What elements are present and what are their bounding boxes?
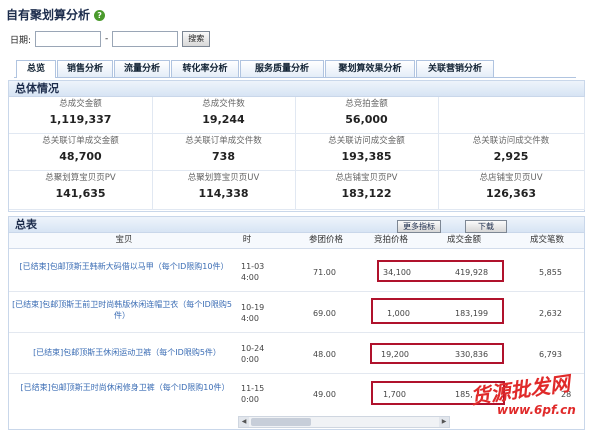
tab-conversion[interactable]: 转化率分析 (171, 60, 239, 77)
group-price: 49.00 (313, 390, 336, 399)
metric-value: 126,363 (485, 187, 537, 200)
metric-shop-uv: 总店铺宝贝页UV 126,363 (438, 171, 585, 210)
scroll-thumb[interactable] (251, 418, 311, 426)
col-time[interactable]: 时间 (239, 233, 255, 248)
tab-sales[interactable]: 销售分析 (57, 60, 113, 77)
table-header-row: 宝贝 时间 参团价格 竞拍价格 成交金额 成交笔数 (9, 233, 584, 249)
col-group-price[interactable]: 参团价格 (299, 233, 353, 248)
metric-label: 总聚划算宝贝页UV (187, 173, 260, 183)
item-link[interactable]: [已结束]包邮顶斯王韩新大码借以马甲（每个ID限购10件） (17, 261, 231, 272)
metric-total-amount: 总成交金额 1,119,337 (9, 97, 153, 134)
deal-count: 5,855 (539, 268, 562, 277)
metric-value: 19,244 (202, 113, 245, 126)
metric-label: 总成交件数 (202, 99, 245, 109)
metric-ju-uv: 总聚划算宝贝页UV 114,338 (152, 171, 296, 210)
time-date: 11-15 (241, 384, 265, 393)
watermark-url: www.6pf.cn (497, 403, 576, 417)
metric-ju-pv: 总聚划算宝贝页PV 141,635 (9, 171, 153, 210)
group-price: 71.00 (313, 268, 336, 277)
metric-total-bid: 总竞拍金额 56,000 (295, 97, 439, 134)
group-price: 69.00 (313, 309, 336, 318)
summary-table-header: 总表 更多指标 下载 (9, 217, 584, 233)
table-row: [已结束]包邮顶斯王休闲运动卫裤（每个ID限购5件） 10-24 0:00 48… (9, 333, 584, 374)
tab-effect[interactable]: 聚划算效果分析 (325, 60, 415, 77)
highlight-box (370, 343, 504, 364)
metric-related-visit-amount: 总关联访问成交金额 193,385 (295, 134, 439, 171)
metric-value: 1,119,337 (49, 113, 112, 126)
tab-traffic[interactable]: 流量分析 (114, 60, 170, 77)
item-link[interactable]: [已结束]包邮顶斯王休闲运动卫裤（每个ID限购5件） (17, 347, 237, 358)
highlight-box (371, 298, 504, 324)
download-button[interactable]: 下载 (465, 220, 507, 233)
metric-label: 总关联访问成交金额 (328, 136, 405, 146)
overview-panel: 总体情况 总成交金额 1,119,337 总成交件数 19,244 总竞拍金额 56,… (8, 80, 585, 212)
date-label: 日期: (10, 35, 32, 46)
time-hour: 4:00 (241, 314, 259, 323)
metric-related-order-count: 总关联订单成交件数 738 (152, 134, 296, 171)
item-link[interactable]: [已结束]包邮顶斯王时尚休闲修身卫裤（每个ID限购10件） (17, 382, 233, 393)
metric-value: 48,700 (59, 150, 102, 163)
scroll-right-icon[interactable]: ▶ (439, 417, 449, 427)
metric-value: 738 (212, 150, 235, 163)
metric-value: 56,000 (345, 113, 388, 126)
metric-related-order-amount: 总关联订单成交金额 48,700 (9, 134, 153, 171)
page-title: 自有聚划算分析? (6, 6, 106, 23)
page-title-text: 自有聚划算分析 (6, 8, 91, 22)
group-price: 48.00 (313, 350, 336, 359)
col-amount[interactable]: 成交金额 (434, 233, 494, 248)
metric-value: 141,635 (55, 187, 106, 200)
more-metrics-button[interactable]: 更多指标 (397, 220, 441, 233)
metric-total-count: 总成交件数 19,244 (152, 97, 296, 134)
col-bid-price[interactable]: 竞拍价格 (364, 233, 418, 248)
metric-label: 总店铺宝贝页PV (335, 173, 398, 183)
metric-label: 总竞拍金额 (345, 99, 388, 109)
table-row: [已结束]包邮顶斯王前卫时尚韩版休闲连帽卫衣（每个ID限购5件） 10-19 4… (9, 292, 584, 333)
metric-label: 总店铺宝贝页UV (479, 173, 543, 183)
tab-bar: 总览 销售分析 流量分析 转化率分析 服务质量分析 聚划算效果分析 关联营销分析 (14, 60, 576, 78)
time-date: 11-03 (241, 262, 265, 271)
time-date: 10-19 (241, 303, 265, 312)
overview-title: 总体情况 (9, 81, 584, 97)
date-filter: 日期: - 搜索 (10, 30, 211, 48)
time-hour: 4:00 (241, 273, 259, 282)
metric-label: 总关联订单成交金额 (42, 136, 119, 146)
tab-service[interactable]: 服务质量分析 (240, 60, 324, 77)
deal-count: 6,793 (539, 350, 562, 359)
search-button[interactable]: 搜索 (182, 31, 211, 47)
time-hour: 0:00 (241, 395, 259, 404)
metric-value: 193,385 (341, 150, 392, 163)
metric-empty (438, 97, 585, 134)
metric-value: 183,122 (341, 187, 392, 200)
time-hour: 0:00 (241, 355, 259, 364)
time-date: 10-24 (241, 344, 265, 353)
tab-overview[interactable]: 总览 (16, 60, 56, 78)
metric-shop-pv: 总店铺宝贝页PV 183,122 (295, 171, 439, 210)
item-link[interactable]: [已结束]包邮顶斯王前卫时尚韩版休闲连帽卫衣（每个ID限购5件） (11, 299, 233, 321)
deal-count: 2,632 (539, 309, 562, 318)
scroll-left-icon[interactable]: ◀ (239, 417, 249, 427)
metric-label: 总关联访问成交件数 (472, 136, 550, 146)
metric-value: 114,338 (198, 187, 249, 200)
metric-label: 总成交金额 (59, 99, 102, 109)
metric-related-visit-count: 总关联访问成交件数 2,925 (438, 134, 585, 171)
end-date-input[interactable] (112, 31, 179, 47)
metric-value: 2,925 (493, 150, 529, 163)
highlight-box (377, 260, 504, 282)
horizontal-scrollbar[interactable]: ◀ ▶ (238, 416, 450, 428)
col-count[interactable]: 成交笔数 (517, 233, 577, 248)
metric-label: 总聚划算宝贝页PV (45, 173, 116, 183)
summary-table-title: 总表 (15, 218, 37, 231)
col-item[interactable]: 宝贝 (9, 233, 239, 248)
tab-related-marketing[interactable]: 关联营销分析 (416, 60, 494, 77)
metric-label: 总关联订单成交件数 (185, 136, 262, 146)
help-icon[interactable]: ? (94, 10, 106, 21)
table-row: [已结束]包邮顶斯王韩新大码借以马甲（每个ID限购10件） 11-03 4:00… (9, 249, 584, 292)
date-separator: - (105, 34, 109, 44)
start-date-input[interactable] (35, 31, 102, 47)
